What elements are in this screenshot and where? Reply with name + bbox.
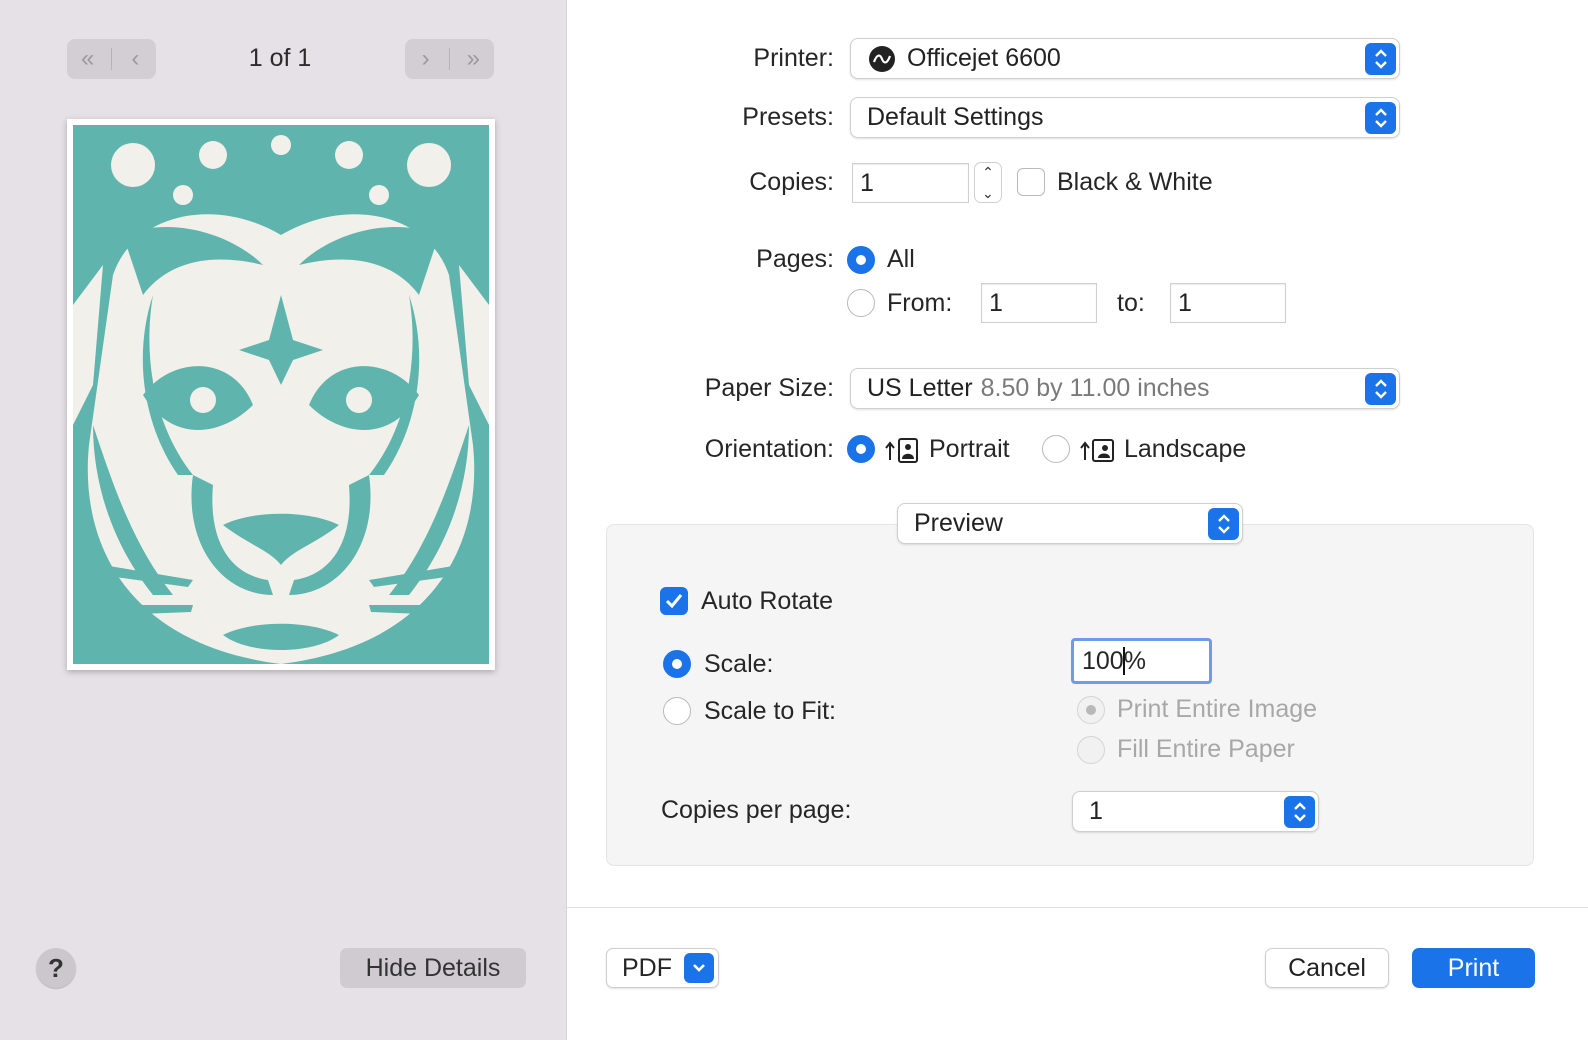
paper-size-detail: 8.50 by 11.00 inches — [980, 374, 1210, 402]
scale-radio[interactable] — [663, 650, 691, 678]
black-white-checkbox[interactable] — [1017, 168, 1045, 196]
nav-separator — [448, 48, 450, 70]
pages-label: Pages: — [756, 245, 834, 273]
section-select[interactable]: Preview — [897, 503, 1243, 544]
popup-chevron-icon — [1365, 102, 1396, 134]
orientation-label: Orientation: — [704, 435, 834, 463]
fill-entire-paper-label: Fill Entire Paper — [1117, 735, 1295, 763]
black-white-label: Black & White — [1057, 168, 1213, 196]
nav-separator — [110, 48, 112, 70]
footer-divider — [567, 907, 1588, 908]
pages-from-input[interactable]: 1 — [981, 283, 1097, 323]
next-page-icon[interactable]: › — [408, 45, 444, 73]
pages-to-label: to: — [1117, 289, 1145, 317]
checkmark-icon — [665, 594, 683, 609]
scale-value-unit: % — [1123, 646, 1146, 675]
paper-size-value: US Letter — [867, 374, 973, 402]
page-nav-previous-group: « ‹ — [67, 39, 156, 79]
paper-size-label: Paper Size: — [704, 374, 834, 402]
scale-to-fit-radio[interactable] — [663, 697, 691, 725]
presets-value: Default Settings — [867, 103, 1044, 131]
scale-to-fit-label: Scale to Fit: — [704, 697, 836, 725]
hide-details-button[interactable]: Hide Details — [340, 948, 526, 988]
print-button[interactable]: Print — [1412, 948, 1535, 988]
page-nav-next-group: › » — [405, 39, 494, 79]
scale-input[interactable]: 100% — [1071, 638, 1212, 684]
first-page-icon[interactable]: « — [70, 45, 106, 73]
pages-all-label: All — [887, 245, 915, 273]
auto-rotate-checkbox[interactable] — [660, 587, 688, 615]
scale-value-number: 100 — [1082, 646, 1124, 675]
increment-icon[interactable]: ⌃ — [982, 164, 994, 181]
printer-status-icon — [869, 45, 895, 72]
popup-chevron-icon — [1208, 508, 1239, 540]
copies-label: Copies: — [749, 168, 834, 196]
last-page-icon[interactable]: » — [455, 45, 491, 73]
popup-chevron-icon — [1365, 373, 1396, 405]
section-value: Preview — [914, 509, 1003, 537]
pdf-label: PDF — [622, 953, 672, 982]
previous-page-icon[interactable]: ‹ — [117, 45, 153, 73]
orientation-portrait-label: Portrait — [929, 435, 1010, 463]
pages-from-label: From: — [887, 289, 953, 317]
fill-entire-paper-radio[interactable] — [1077, 736, 1105, 764]
preview-pane: « ‹ 1 of 1 › » ? Hide Details — [0, 0, 567, 1040]
help-button[interactable]: ? — [36, 948, 76, 988]
printer-select[interactable]: Officejet 6600 — [850, 38, 1400, 79]
popup-chevron-icon — [1365, 43, 1396, 75]
copies-input[interactable]: 1 — [852, 163, 969, 203]
print-entire-image-label: Print Entire Image — [1117, 695, 1318, 723]
orientation-portrait-radio[interactable] — [847, 435, 875, 463]
presets-label: Presets: — [742, 103, 834, 131]
page-thumbnail — [67, 119, 495, 670]
chevron-down-icon — [684, 953, 714, 983]
auto-rotate-label: Auto Rotate — [701, 587, 834, 615]
orientation-landscape-radio[interactable] — [1042, 435, 1070, 463]
pages-to-input[interactable]: 1 — [1170, 283, 1286, 323]
decrement-icon[interactable]: ⌃ — [982, 184, 994, 201]
portrait-icon — [885, 438, 918, 463]
copies-per-page-value: 1 — [1089, 797, 1103, 825]
landscape-icon — [1080, 439, 1114, 462]
cancel-button[interactable]: Cancel — [1265, 948, 1389, 988]
copies-stepper[interactable]: ⌃ ⌃ — [974, 162, 1002, 203]
tiger-artwork-image — [73, 125, 489, 664]
scale-label: Scale: — [704, 650, 774, 678]
presets-select[interactable]: Default Settings — [850, 97, 1400, 138]
orientation-landscape-label: Landscape — [1124, 435, 1247, 463]
print-entire-image-radio[interactable] — [1077, 696, 1105, 724]
printer-label: Printer: — [753, 44, 834, 72]
page-indicator: 1 of 1 — [248, 44, 312, 72]
pages-from-radio[interactable] — [847, 289, 875, 317]
paper-size-select[interactable]: US Letter 8.50 by 11.00 inches — [850, 368, 1400, 409]
copies-per-page-label: Copies per page: — [661, 796, 852, 824]
pages-all-radio[interactable] — [847, 246, 875, 274]
copies-per-page-select[interactable]: 1 — [1072, 791, 1319, 832]
pdf-menu-button[interactable]: PDF — [606, 948, 719, 988]
printer-value: Officejet 6600 — [907, 44, 1061, 72]
popup-chevron-icon — [1284, 796, 1315, 828]
